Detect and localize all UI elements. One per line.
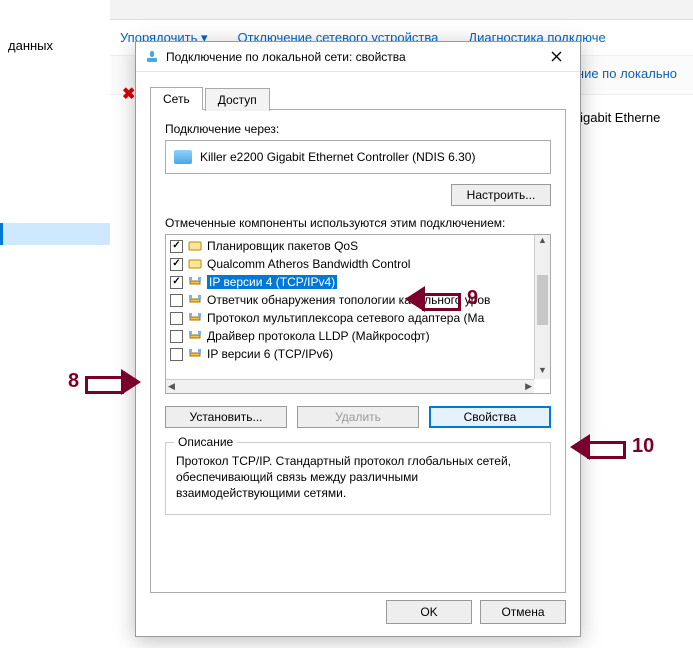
remove-button: Удалить (297, 406, 419, 428)
component-item[interactable]: IP версии 4 (TCP/IPv4) (166, 273, 534, 291)
service-icon (188, 239, 202, 253)
vertical-scrollbar[interactable]: ▲ ▼ (534, 235, 550, 379)
description-text: Протокол TCP/IP. Стандартный протокол гл… (176, 453, 540, 502)
scroll-up-icon[interactable]: ▲ (535, 235, 550, 249)
bg-adapter-text: Gigabit Etherne (570, 110, 660, 125)
tab-panel-network: Подключение через: Killer e2200 Gigabit … (150, 110, 566, 593)
component-item[interactable]: Qualcomm Atheros Bandwidth Control (166, 255, 534, 273)
protocol-icon (188, 293, 202, 307)
close-button[interactable] (536, 43, 576, 71)
properties-button[interactable]: Свойства (429, 406, 551, 428)
bg-connection-text: ение по локально (570, 66, 677, 81)
description-group: Описание Протокол TCP/IP. Стандартный пр… (165, 442, 551, 515)
bg-left-text: данных (8, 38, 53, 53)
arrow-right-icon (85, 371, 141, 393)
service-icon (188, 257, 202, 271)
component-label: Qualcomm Atheros Bandwidth Control (207, 257, 410, 271)
component-label: Драйвер протокола LLDP (Майкрософт) (207, 329, 430, 343)
scroll-thumb[interactable] (537, 275, 548, 325)
checkbox[interactable] (170, 348, 183, 361)
bg-disabled-icon: ✖ (122, 84, 135, 104)
protocol-icon (188, 329, 202, 343)
network-icon (144, 49, 160, 65)
checkbox[interactable] (170, 258, 183, 271)
adapter-box[interactable]: Killer e2200 Gigabit Ethernet Controller… (165, 140, 551, 174)
adapter-name: Killer e2200 Gigabit Ethernet Controller… (200, 150, 475, 164)
horizontal-scrollbar[interactable]: ◀ ▶ (166, 379, 534, 393)
scroll-down-icon[interactable]: ▼ (535, 365, 550, 379)
component-item[interactable]: IP версии 6 (TCP/IPv6) (166, 345, 534, 363)
protocol-icon (188, 311, 202, 325)
bg-sidebar-selection (0, 223, 110, 245)
component-label: Ответчик обнаружения топологии канальног… (207, 293, 490, 307)
scroll-right-icon[interactable]: ▶ (525, 381, 532, 392)
annotation-10: 10 (570, 435, 660, 458)
component-label: IP версии 6 (TCP/IPv6) (207, 347, 333, 361)
component-label: Протокол мультиплексора сетевого адаптер… (207, 311, 484, 325)
cancel-button[interactable]: Отмена (480, 600, 566, 624)
component-item[interactable]: Ответчик обнаружения топологии канальног… (166, 291, 534, 309)
tab-network[interactable]: Сеть (150, 87, 203, 110)
bg-toolbar-strip (110, 0, 693, 20)
component-item[interactable]: Драйвер протокола LLDP (Майкрософт) (166, 327, 534, 345)
tabstrip: Сеть Доступ (150, 86, 566, 110)
component-label: Планировщик пакетов QoS (207, 239, 358, 253)
component-label: IP версии 4 (TCP/IPv4) (207, 275, 337, 289)
nic-icon (174, 150, 192, 164)
tab-access[interactable]: Доступ (205, 88, 270, 111)
checkbox[interactable] (170, 330, 183, 343)
component-item[interactable]: Протокол мультиплексора сетевого адаптер… (166, 309, 534, 327)
scroll-left-icon[interactable]: ◀ (168, 381, 175, 392)
configure-button[interactable]: Настроить... (451, 184, 551, 206)
ok-button[interactable]: OK (386, 600, 472, 624)
description-title: Описание (174, 435, 237, 449)
protocol-icon (188, 347, 202, 361)
components-listbox[interactable]: Планировщик пакетов QoS Qualcomm Atheros … (165, 234, 551, 394)
checkbox[interactable] (170, 294, 183, 307)
annotation-8: 8 (62, 370, 141, 393)
component-item[interactable]: Планировщик пакетов QoS (166, 237, 534, 255)
connect-via-label: Подключение через: (165, 122, 551, 136)
checkbox[interactable] (170, 240, 183, 253)
checkbox[interactable] (170, 276, 183, 289)
checkbox[interactable] (170, 312, 183, 325)
components-label: Отмеченные компоненты используются этим … (165, 216, 551, 230)
connection-properties-dialog: Подключение по локальной сети: свойства … (135, 41, 581, 637)
install-button[interactable]: Установить... (165, 406, 287, 428)
protocol-icon (188, 275, 202, 289)
dialog-title: Подключение по локальной сети: свойства (166, 50, 536, 64)
titlebar[interactable]: Подключение по локальной сети: свойства (136, 42, 580, 72)
